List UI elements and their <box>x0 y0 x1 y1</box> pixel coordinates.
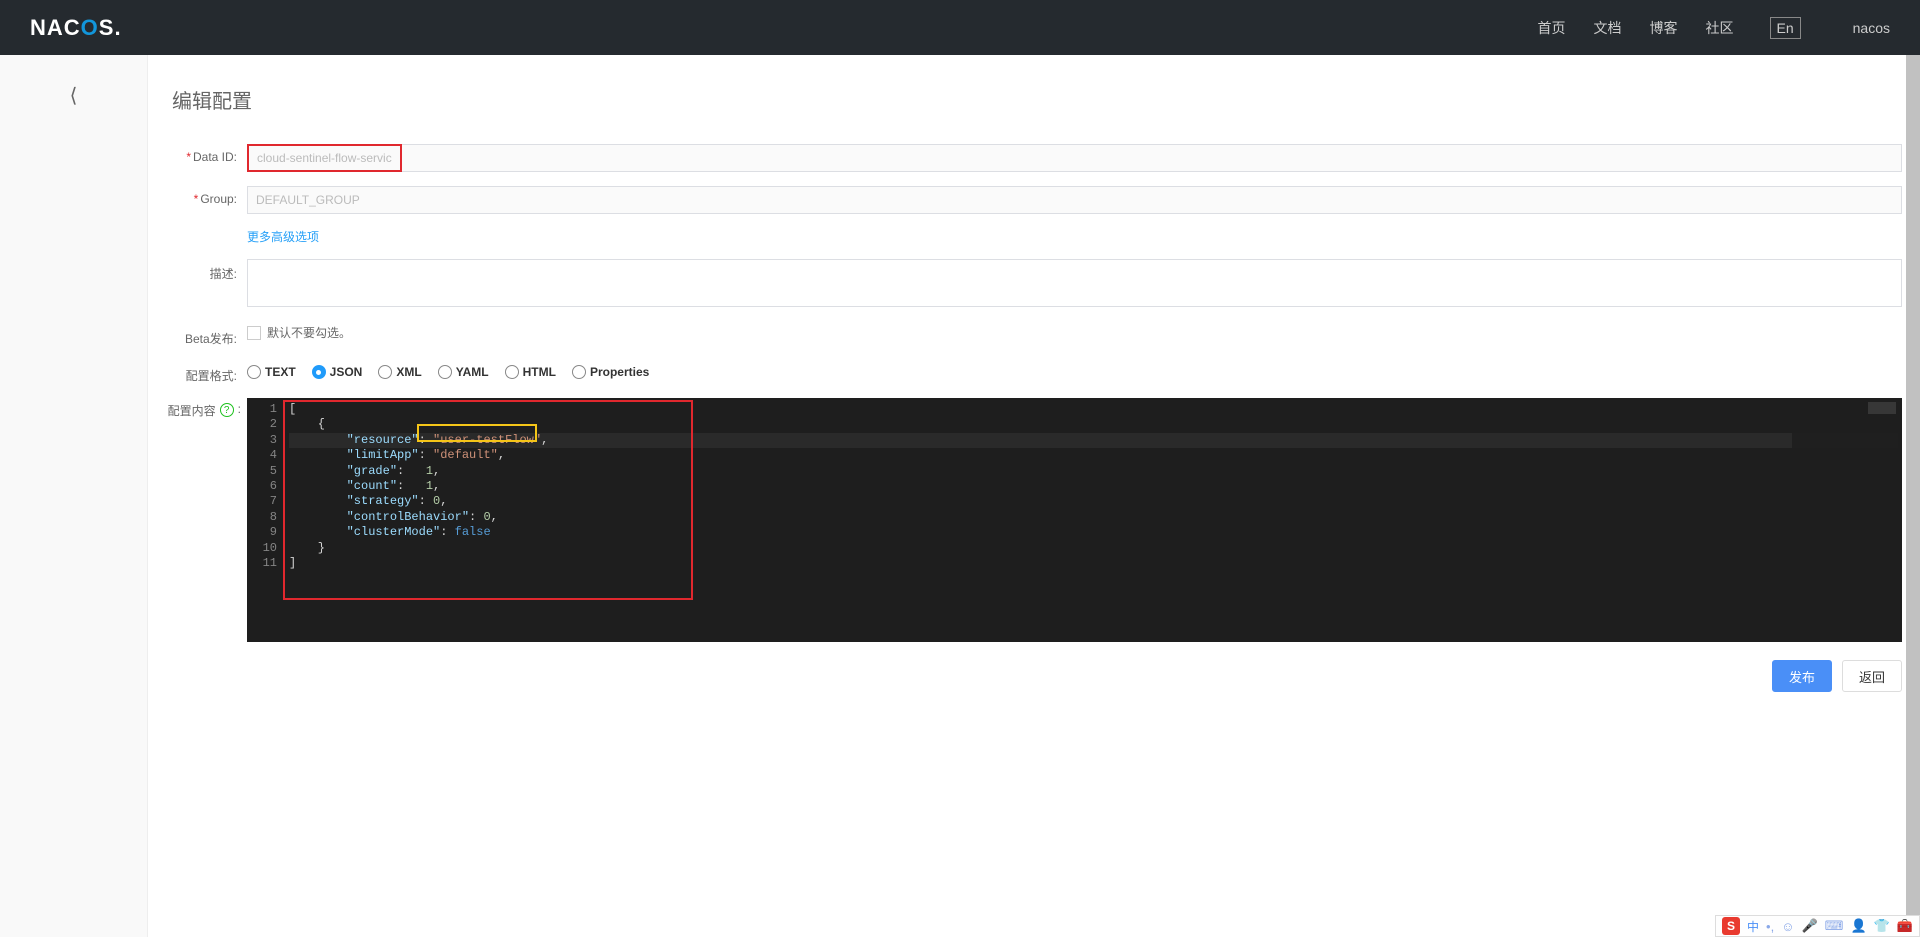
radio-json[interactable]: JSON <box>312 365 363 379</box>
radio-properties[interactable]: Properties <box>572 365 649 379</box>
editor-code[interactable]: [ { "resource": "user-testFlow", "limitA… <box>285 398 1902 642</box>
dataid-input[interactable] <box>247 144 402 172</box>
beta-hint: 默认不要勾选。 <box>267 324 351 341</box>
content-label: 配置内容 <box>168 402 216 419</box>
ime-mic-icon[interactable]: 🎤 <box>1801 918 1817 934</box>
beta-label: Beta发布: <box>185 332 237 346</box>
help-icon[interactable]: ? <box>220 403 234 417</box>
ime-emoji-icon[interactable]: ☺ <box>1781 919 1794 934</box>
user-name[interactable]: nacos <box>1853 20 1890 36</box>
beta-row: Beta发布: 默认不要勾选。 <box>166 324 1902 347</box>
ime-skin-icon[interactable]: 👕 <box>1874 918 1890 934</box>
radio-yaml[interactable]: YAML <box>438 365 489 379</box>
more-options-link[interactable]: 更多高级选项 <box>247 230 319 244</box>
sogou-icon[interactable]: S <box>1722 917 1740 935</box>
radio-html[interactable]: HTML <box>505 365 556 379</box>
editor-gutter: 1234567891011 <box>247 398 285 642</box>
action-buttons: 发布 返回 <box>166 660 1902 692</box>
format-label: 配置格式: <box>186 369 237 383</box>
code-editor[interactable]: 1234567891011 [ { "resource": "user-test… <box>247 398 1902 642</box>
radio-xml[interactable]: XML <box>378 365 421 379</box>
editor-minimap[interactable] <box>1792 398 1902 642</box>
main-content: 编辑配置 *Data ID: *Group: 更多高级选项 描述: <box>148 55 1920 937</box>
ime-punct-icon[interactable]: •, <box>1766 919 1774 934</box>
nav-home[interactable]: 首页 <box>1538 18 1566 38</box>
top-header: NACOS. 首页 文档 博客 社区 En nacos <box>0 0 1920 55</box>
publish-button[interactable]: 发布 <box>1772 660 1832 692</box>
page-scrollbar[interactable] <box>1906 55 1920 937</box>
dataid-input-rest <box>402 144 1902 172</box>
back-arrow-icon[interactable]: ⟨ <box>70 83 78 937</box>
group-label: Group: <box>200 192 237 206</box>
header-nav: 首页 文档 博客 社区 En nacos <box>1538 17 1890 39</box>
editor-row: 配置内容 ? : 1234567891011 [ { "resource": "… <box>166 398 1902 642</box>
desc-label: 描述: <box>210 267 237 281</box>
page-title: 编辑配置 <box>172 85 1902 114</box>
back-button[interactable]: 返回 <box>1842 660 1902 692</box>
ime-lang-cn[interactable]: 中 <box>1747 918 1759 935</box>
ime-user-icon[interactable]: 👤 <box>1850 918 1866 934</box>
lang-switch[interactable]: En <box>1770 17 1801 39</box>
group-row: *Group: <box>166 186 1902 214</box>
nav-docs[interactable]: 文档 <box>1594 18 1622 38</box>
ime-keyboard-icon[interactable]: ⌨ <box>1825 918 1844 934</box>
format-row: 配置格式: TEXT JSON XML YAML HTML Properties <box>166 361 1902 384</box>
radio-text[interactable]: TEXT <box>247 365 296 379</box>
ime-toolbar[interactable]: S 中 •, ☺ 🎤 ⌨ 👤 👕 🧰 <box>1715 915 1920 937</box>
nacos-logo: NACOS. <box>30 15 122 41</box>
dataid-label: Data ID: <box>193 150 237 164</box>
beta-checkbox[interactable] <box>247 326 261 340</box>
dataid-row: *Data ID: <box>166 144 1902 172</box>
desc-textarea[interactable] <box>247 259 1902 307</box>
nav-community[interactable]: 社区 <box>1706 18 1734 38</box>
more-options-row: 更多高级选项 <box>166 228 1902 245</box>
nav-blog[interactable]: 博客 <box>1650 18 1678 38</box>
group-input[interactable] <box>247 186 1902 214</box>
ime-toolbox-icon[interactable]: 🧰 <box>1897 918 1913 934</box>
left-sidebar: ⟨ <box>0 55 148 937</box>
desc-row: 描述: <box>166 259 1902 310</box>
